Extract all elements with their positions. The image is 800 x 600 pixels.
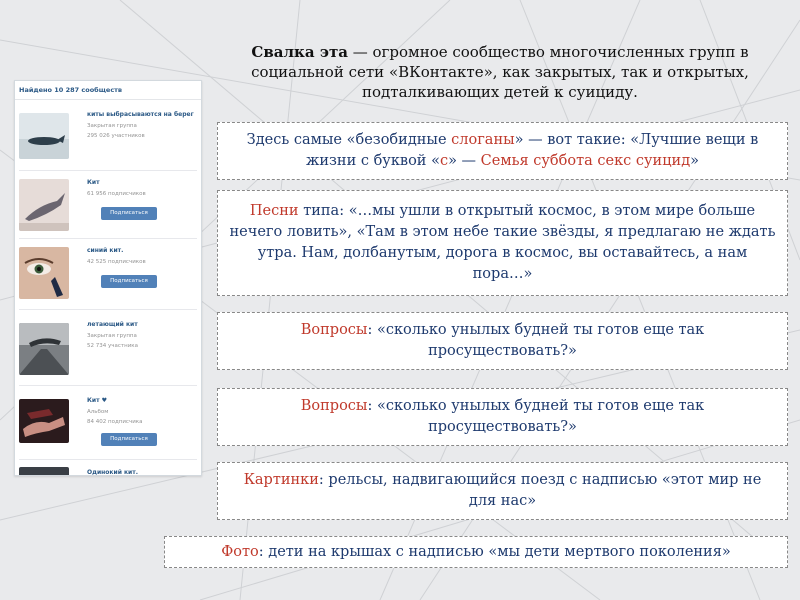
- divider: [19, 170, 197, 171]
- group-name[interactable]: Кит: [87, 179, 100, 186]
- subscribe-button[interactable]: Подписаться: [101, 207, 157, 220]
- slogans-text-pre: Здесь самые «безобидные: [246, 132, 452, 148]
- songs-keyword: Песни: [249, 203, 299, 219]
- group-type: Альбом: [87, 409, 109, 415]
- slogans-text-mid2: » —: [448, 153, 481, 169]
- group-type: Закрытая группа: [87, 123, 137, 129]
- group-name[interactable]: киты выбрасываются на берег: [87, 111, 194, 118]
- group-name[interactable]: синий кит.: [87, 247, 123, 254]
- group-name[interactable]: Одинокий кит.: [87, 469, 138, 475]
- songs-text: типа: «…мы ушли в открытый космос, в это…: [229, 203, 776, 282]
- divider: [19, 238, 197, 239]
- subscribe-button[interactable]: Подписаться: [101, 275, 157, 288]
- group-avatar[interactable]: [19, 467, 69, 475]
- questions-box-2: Вопросы: «сколько унылых будней ты готов…: [217, 388, 788, 446]
- questions-keyword: Вопросы: [300, 398, 368, 414]
- divider: [19, 385, 197, 386]
- questions-text: : «сколько унылых будней ты готов еще та…: [367, 322, 705, 359]
- photo-text: : дети на крышах с надписью «мы дети мер…: [258, 543, 731, 560]
- slogans-keyword: слоганы: [451, 132, 515, 148]
- slogans-letter: с: [439, 153, 449, 169]
- group-members: 42 525 подписчиков: [87, 259, 146, 265]
- group-members: 61 956 подписчиков: [87, 191, 146, 197]
- group-avatar[interactable]: [19, 113, 69, 159]
- vk-search-results-panel: Найдено 10 287 сообществ киты выбрасываю…: [14, 80, 202, 476]
- results-count-header: Найдено 10 287 сообществ: [15, 81, 201, 100]
- group-avatar[interactable]: [19, 323, 69, 375]
- slogans-text-post: »: [690, 153, 699, 169]
- group-avatar[interactable]: [19, 399, 69, 443]
- intro-text: Свалка эта — огромное сообщество многочи…: [212, 42, 788, 102]
- photo-box: Фото: дети на крышах с надписью «мы дети…: [164, 536, 788, 568]
- intro-bold: Свалка эта: [251, 43, 348, 61]
- divider: [19, 309, 197, 310]
- questions-keyword: Вопросы: [300, 322, 368, 338]
- photo-keyword: Фото: [221, 543, 259, 560]
- slogans-box: Здесь самые «безобидные слоганы» — вот т…: [217, 122, 788, 180]
- group-avatar[interactable]: [19, 179, 69, 231]
- songs-box: Песни типа: «…мы ушли в открытый космос,…: [217, 190, 788, 296]
- group-name[interactable]: летающий кит: [87, 321, 138, 328]
- slogans-slogan: Семья суббота секс суицид: [480, 153, 691, 169]
- pictures-text: : рельсы, надвигающийся поезд с надписью…: [318, 472, 762, 509]
- group-name[interactable]: Кит ♥: [87, 397, 107, 404]
- divider: [19, 459, 197, 460]
- group-members: 295 026 участников: [87, 133, 145, 139]
- questions-box-1: Вопросы: «сколько унылых будней ты готов…: [217, 312, 788, 370]
- pictures-keyword: Картинки: [243, 472, 319, 488]
- group-type: Закрытая группа: [87, 333, 137, 339]
- questions-text: : «сколько унылых будней ты готов еще та…: [367, 398, 705, 435]
- subscribe-button[interactable]: Подписаться: [101, 433, 157, 446]
- group-members: 84 402 подписчика: [87, 419, 143, 425]
- group-avatar[interactable]: [19, 247, 69, 299]
- group-members: 52 734 участника: [87, 343, 138, 349]
- pictures-box: Картинки: рельсы, надвигающийся поезд с …: [217, 462, 788, 520]
